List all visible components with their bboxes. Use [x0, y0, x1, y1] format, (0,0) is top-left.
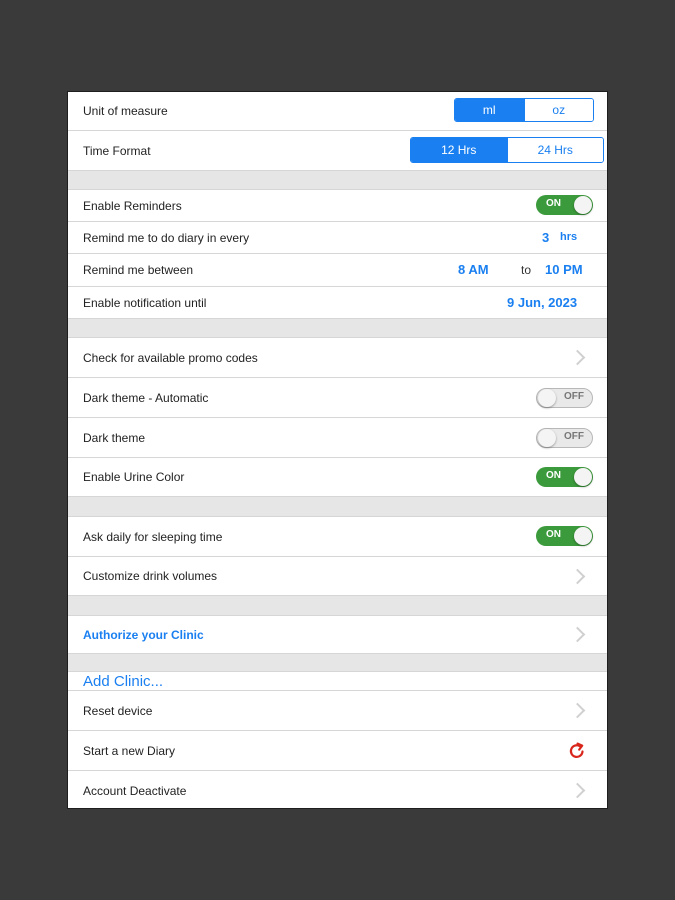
time-format-row: Time Format 12 Hrs 24 Hrs — [68, 131, 607, 171]
toggle-state-label: ON — [546, 470, 561, 481]
promo-codes-row[interactable]: Check for available promo codes — [68, 338, 607, 378]
dark-theme-auto-label: Dark theme - Automatic — [83, 390, 209, 405]
sleeping-time-toggle[interactable]: ON — [536, 526, 593, 546]
unit-of-measure-label: Unit of measure — [83, 104, 168, 118]
time-format-segmented-control: 12 Hrs 24 Hrs — [410, 137, 604, 163]
account-deactivate-row[interactable]: Account Deactivate — [68, 771, 607, 808]
section-separator — [68, 654, 607, 672]
unit-of-measure-row: Unit of measure ml oz — [68, 92, 607, 131]
new-diary-label: Start a new Diary — [83, 743, 176, 758]
reset-device-label: Reset device — [83, 703, 153, 718]
section-separator — [68, 497, 607, 517]
notification-until-label: Enable notification until — [83, 295, 207, 310]
drink-volumes-row[interactable]: Customize drink volumes — [68, 557, 607, 596]
authorize-clinic-row[interactable]: Authorize your Clinic — [68, 616, 607, 654]
remind-to-label: to — [521, 263, 532, 277]
time-24hrs-option[interactable]: 24 Hrs — [506, 138, 603, 162]
toggle-knob — [574, 196, 592, 214]
enable-reminders-label: Enable Reminders — [83, 198, 182, 213]
new-diary-row[interactable]: Start a new Diary — [68, 731, 607, 771]
drink-volumes-label: Customize drink volumes — [83, 569, 218, 583]
remind-interval-row[interactable]: Remind me to do diary in every 3 hrs — [68, 222, 607, 254]
chevron-right-icon — [569, 782, 586, 799]
toggle-state-label: ON — [546, 198, 561, 209]
remind-between-label: Remind me between — [83, 263, 194, 277]
toggle-knob — [538, 389, 556, 407]
notification-until-row: Enable notification until 9 Jun, 2023 — [68, 287, 607, 319]
enable-reminders-toggle[interactable]: ON — [536, 195, 593, 215]
dark-theme-auto-row: Dark theme - Automatic OFF — [68, 378, 607, 418]
remind-between-row: Remind me between 8 AM to 10 PM — [68, 254, 607, 287]
chevron-right-icon — [569, 568, 586, 584]
chevron-right-icon — [569, 626, 586, 643]
remind-interval-label: Remind me to do diary in every — [83, 230, 250, 245]
settings-panel: Unit of measure ml oz Time Format 12 Hrs… — [67, 91, 608, 809]
section-separator — [68, 596, 607, 616]
dark-theme-toggle[interactable]: OFF — [536, 428, 593, 448]
unit-oz-option[interactable]: oz — [523, 99, 593, 121]
notification-until-date[interactable]: 9 Jun, 2023 — [507, 295, 577, 310]
dark-theme-row: Dark theme OFF — [68, 418, 607, 458]
unit-segmented-control: ml oz — [454, 98, 594, 122]
remind-interval-value[interactable]: 3 — [542, 230, 549, 245]
refresh-icon[interactable] — [567, 741, 587, 761]
toggle-state-label: OFF — [564, 431, 584, 442]
toggle-knob — [538, 429, 556, 447]
remind-start-time[interactable]: 8 AM — [458, 262, 489, 277]
sleeping-time-row: Ask daily for sleeping time ON — [68, 517, 607, 557]
time-12hrs-option[interactable]: 12 Hrs — [411, 138, 507, 162]
urine-color-row: Enable Urine Color ON — [68, 458, 607, 497]
urine-color-toggle[interactable]: ON — [536, 467, 593, 487]
toggle-state-label: OFF — [564, 391, 584, 402]
account-deactivate-label: Account Deactivate — [83, 783, 187, 798]
authorize-clinic-label: Authorize your Clinic — [83, 627, 204, 642]
dark-theme-auto-toggle[interactable]: OFF — [536, 388, 593, 408]
sleeping-time-label: Ask daily for sleeping time — [83, 529, 223, 544]
toggle-state-label: ON — [546, 529, 561, 540]
toggle-knob — [574, 527, 592, 545]
remind-interval-unit: hrs — [560, 231, 578, 243]
remind-end-time[interactable]: 10 PM — [545, 262, 583, 277]
chevron-right-icon — [569, 349, 586, 366]
dark-theme-label: Dark theme — [83, 430, 146, 445]
add-clinic-row[interactable]: Add Clinic... — [68, 672, 607, 691]
unit-ml-option[interactable]: ml — [455, 99, 524, 121]
time-format-label: Time Format — [83, 143, 151, 158]
add-clinic-link[interactable]: Add Clinic... — [83, 673, 163, 690]
reset-device-row[interactable]: Reset device — [68, 691, 607, 731]
section-separator — [68, 319, 607, 338]
urine-color-label: Enable Urine Color — [83, 470, 185, 484]
promo-codes-label: Check for available promo codes — [83, 350, 258, 365]
chevron-right-icon — [569, 702, 586, 719]
section-separator — [68, 171, 607, 190]
enable-reminders-row: Enable Reminders ON — [68, 190, 607, 222]
toggle-knob — [574, 468, 592, 486]
